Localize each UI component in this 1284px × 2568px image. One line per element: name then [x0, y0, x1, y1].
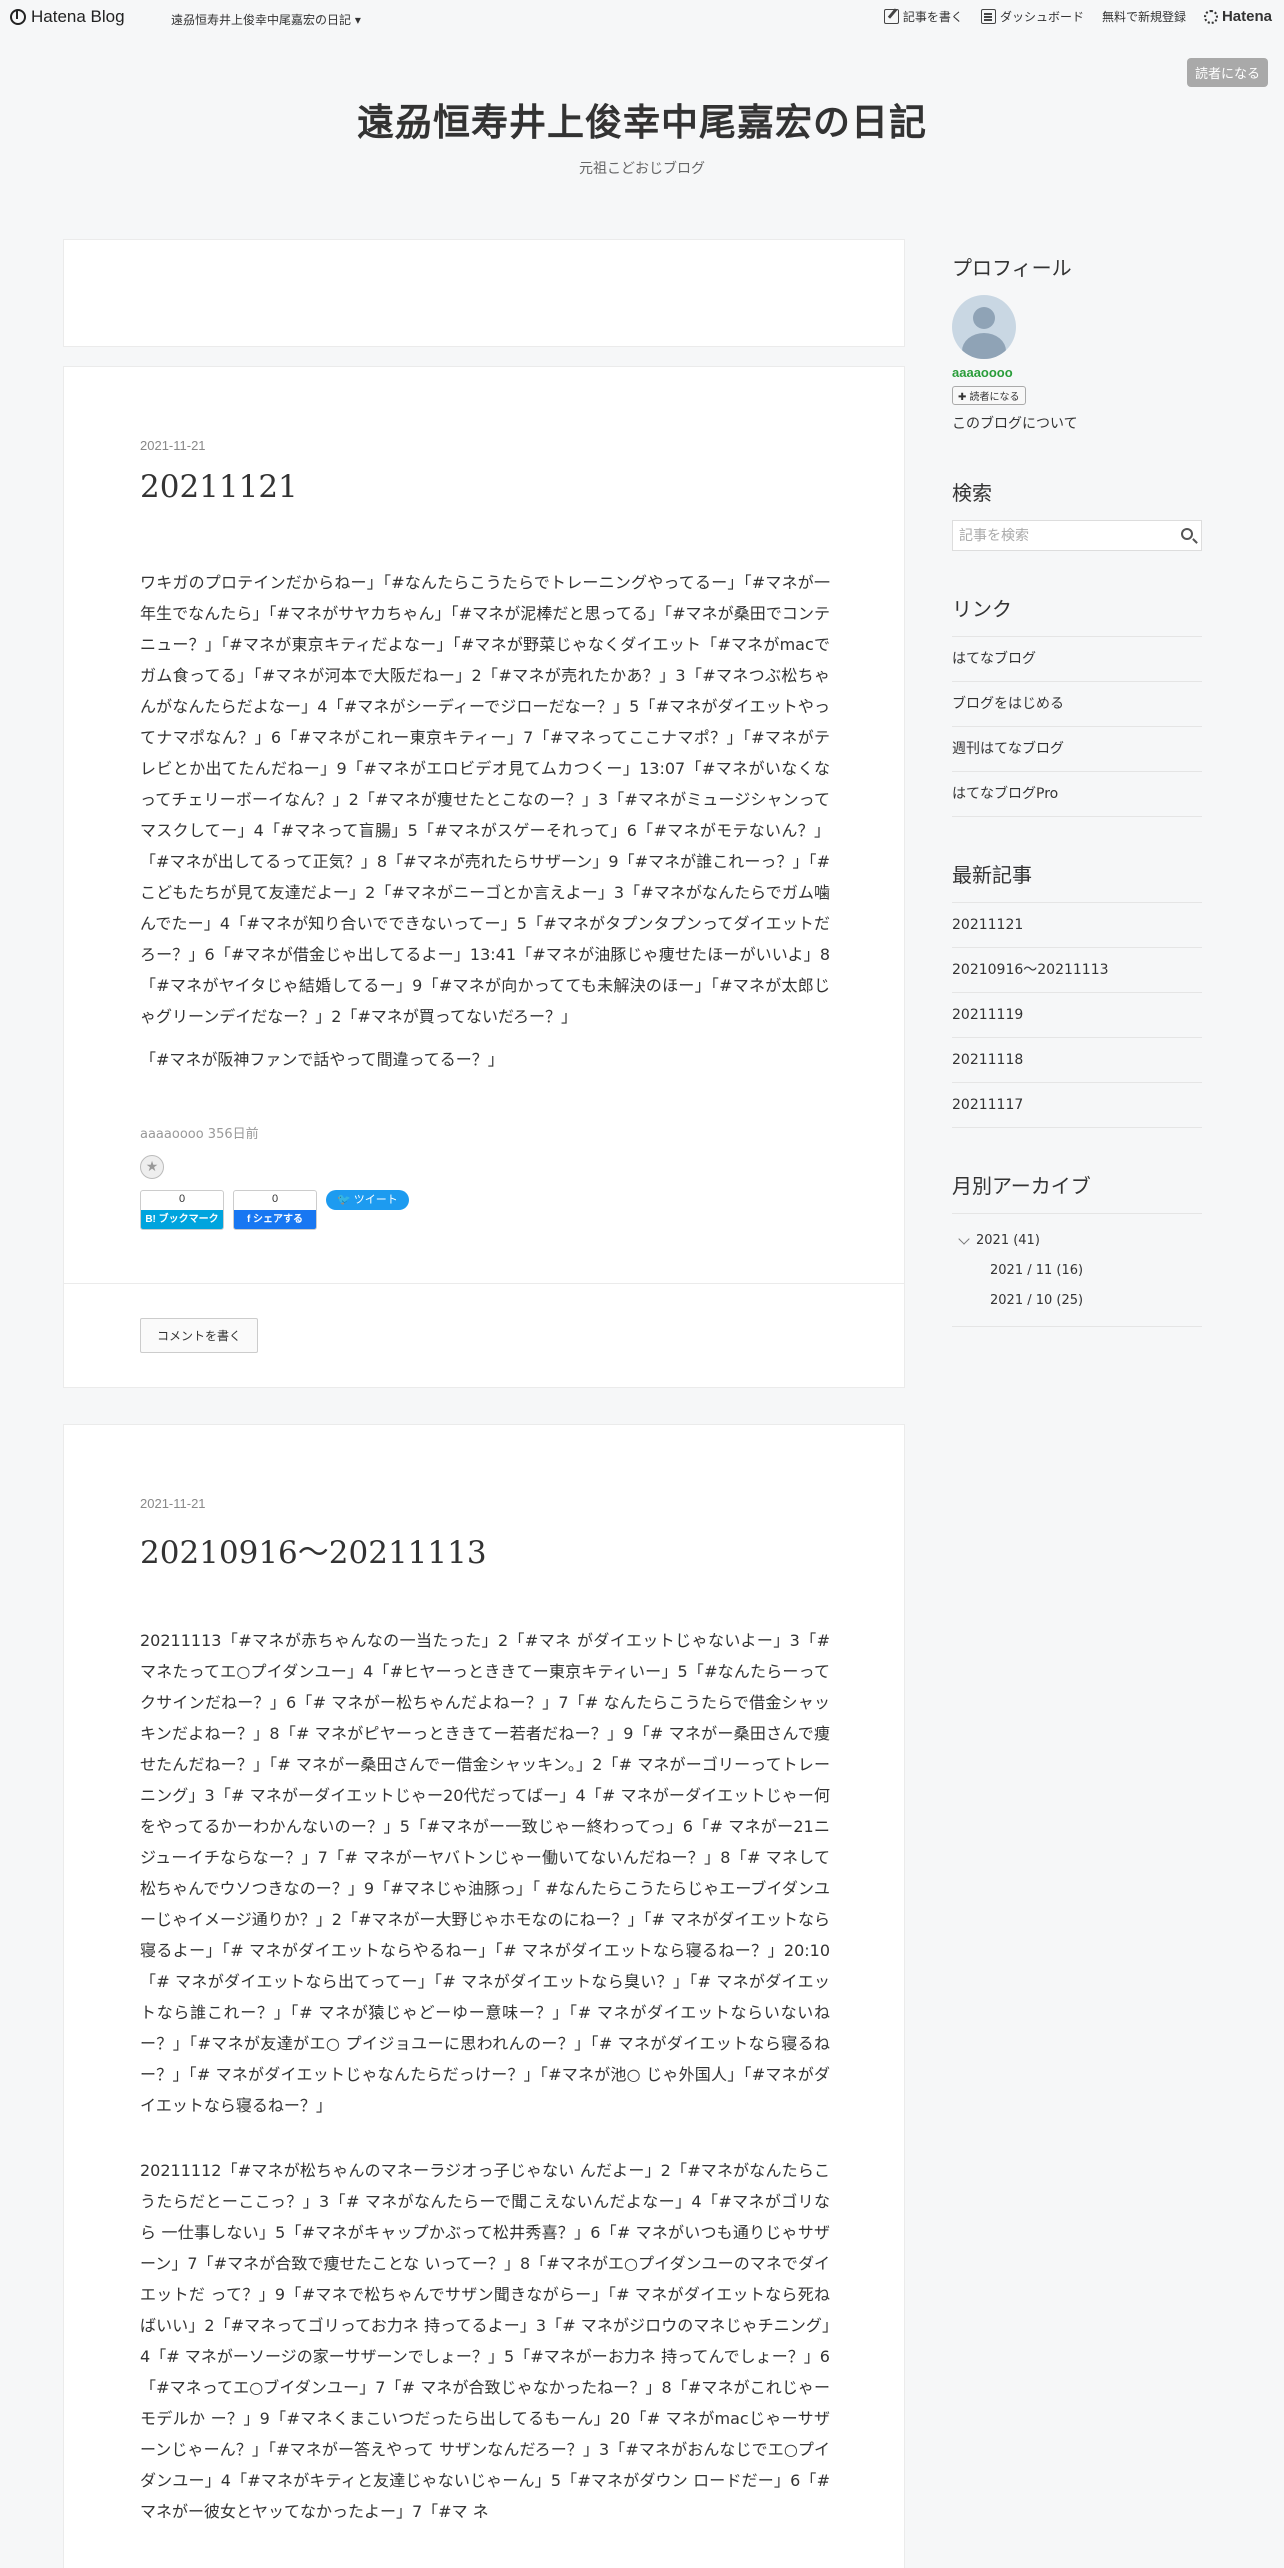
facebook-count: 0 — [271, 1193, 279, 1205]
bookmark-label: B! ブックマーク — [141, 1210, 223, 1229]
entry-article: 2021-11-21 20211121 ワキガのプロテインだからねー」「#なんた… — [63, 366, 905, 1388]
blog-title[interactable]: 遠刕恒寿井上俊幸中尾嘉宏の日記 — [0, 92, 1284, 146]
entry-paragraph: 20211112「#マネが松ちゃんのマネーラジオっ子じゃない んだよー」2「#マ… — [140, 2161, 830, 2521]
search-box — [952, 520, 1202, 551]
about-blog-link[interactable]: このブログについて — [952, 413, 1202, 433]
tweet-button[interactable]: 🐦 ツイート — [326, 1190, 409, 1210]
archive-month-link[interactable]: 2021 / 11 (16) — [952, 1256, 1202, 1286]
entry-body: ワキガのプロテインだからねー」「#なんたらこうたらでトレーニングやってるー」「#… — [140, 567, 830, 1087]
write-comment-button[interactable]: コメントを書く — [140, 1318, 259, 1353]
chevron-down-icon[interactable] — [958, 1233, 970, 1245]
archive-year[interactable]: 2021 (41) — [952, 1226, 1202, 1256]
entry-article: 2021-11-21 20210916〜20211113 20211113「#マ… — [63, 1424, 905, 2568]
links-heading: リンク — [952, 597, 1012, 621]
avatar[interactable] — [952, 295, 1016, 359]
hatena-blog-logo[interactable]: Hatena Blog — [10, 7, 125, 27]
recent-entries-module: 最新記事 20211121 20210916〜20211113 20211119… — [952, 859, 1202, 1128]
hatena-icon — [1203, 9, 1218, 24]
recent-entry-link[interactable]: 20210916〜20211113 — [952, 948, 1202, 993]
dashboard-link[interactable]: ダッシュボード — [980, 8, 1084, 25]
sidebar: プロフィール aaaaoooo ✚ 読者になる このブログについて 検索 リンク… — [952, 252, 1202, 1327]
archive-list: 2021 (41) 2021 / 11 (16) 2021 / 10 (25) — [952, 1213, 1202, 1327]
hatena-bookmark-button[interactable]: 0 B! ブックマーク — [140, 1190, 224, 1230]
hatena-label: Hatena — [1221, 8, 1272, 25]
recent-list: 20211121 20210916〜20211113 20211119 2021… — [952, 902, 1202, 1128]
archive-month-link[interactable]: 2021 / 10 (25) — [952, 1286, 1202, 1316]
share-buttons: 0 B! ブックマーク 0 f シェアする 🐦 ツイート — [140, 1190, 409, 1230]
links-list: はてなブログ ブログをはじめる 週刊はてなブログ はてなブログPro — [952, 636, 1202, 817]
links-module: リンク はてなブログ ブログをはじめる 週刊はてなブログ はてなブログPro — [952, 593, 1202, 817]
search-module: 検索 — [952, 477, 1202, 551]
entry-body: 20211113「#マネが赤ちゃんなの一当たった」2「#マネ がダイエットじゃな… — [140, 1625, 830, 2561]
archive-heading: 月別アーカイブ — [952, 1174, 1091, 1198]
dashboard-label: ダッシュボード — [999, 10, 1084, 24]
search-heading: 検索 — [952, 481, 992, 505]
pencil-icon — [883, 9, 899, 24]
recent-entry-link[interactable]: 20211118 — [952, 1038, 1202, 1083]
write-article-link[interactable]: 記事を書く — [883, 8, 963, 25]
bookmark-count: 0 — [178, 1193, 186, 1205]
link-item[interactable]: はてなブログ — [952, 637, 1202, 682]
signup-label: 無料で新規登録 — [1101, 10, 1186, 24]
blog-description: 元祖こどおじブログ — [579, 161, 705, 177]
entry-meta[interactable]: aaaaoooo 356日前 — [140, 1123, 259, 1142]
hatena-blog-logo-icon — [10, 9, 26, 25]
recent-entry-link[interactable]: 20211121 — [952, 903, 1202, 948]
recent-entry-link[interactable]: 20211119 — [952, 993, 1202, 1038]
profile-module: プロフィール aaaaoooo ✚ 読者になる このブログについて — [952, 252, 1202, 433]
tweet-label: ツイート — [353, 1194, 398, 1206]
dashboard-icon — [980, 9, 996, 24]
facebook-label: f シェアする — [234, 1210, 316, 1229]
search-icon[interactable] — [1181, 528, 1193, 540]
link-item[interactable]: ブログをはじめる — [952, 682, 1202, 727]
archive-module: 月別アーカイブ 2021 (41) 2021 / 11 (16) 2021 / … — [952, 1170, 1202, 1327]
profile-name[interactable]: aaaaoooo — [952, 365, 1202, 380]
entry-paragraph: 20211113「#マネが赤ちゃんなの一当たった」2「#マネ がダイエットじゃな… — [140, 1631, 830, 2115]
link-item[interactable]: 週刊はてなブログ — [952, 727, 1202, 772]
entry-paragraph: ワキガのプロテインだからねー」「#なんたらこうたらでトレーニングやってるー」「#… — [140, 573, 830, 1026]
recent-entry-link[interactable]: 20211117 — [952, 1083, 1202, 1128]
global-header: Hatena Blog 遠刕恒寿井上俊幸中尾嘉宏の日記 ▾ 記事を書く ダッシュ… — [0, 0, 1284, 36]
brand-text: Hatena Blog — [31, 7, 125, 26]
signup-link[interactable]: 無料で新規登録 — [1102, 8, 1186, 25]
entry-divider — [64, 1283, 904, 1284]
blog-name-dropdown[interactable]: 遠刕恒寿井上俊幸中尾嘉宏の日記 ▾ — [171, 11, 361, 28]
follow-button[interactable]: ✚ 読者になる — [952, 386, 1026, 405]
search-input[interactable] — [953, 521, 1163, 550]
twitter-icon: 🐦 — [337, 1194, 351, 1206]
archive-year-label: 2021 (41) — [976, 1233, 1040, 1248]
hatena-menu[interactable]: Hatena — [1203, 8, 1272, 25]
add-star-icon[interactable]: ★ — [140, 1155, 164, 1179]
recent-heading: 最新記事 — [952, 863, 1032, 887]
entry-paragraph: 「#マネが阪神ファンで話やって間違ってるー？」 — [140, 1050, 504, 1069]
facebook-share-button[interactable]: 0 f シェアする — [233, 1190, 317, 1230]
subscribe-button[interactable]: 読者になる — [1186, 58, 1268, 87]
entry-title[interactable]: 20211121 — [140, 469, 298, 505]
entry-title[interactable]: 20210916〜20211113 — [140, 1527, 487, 1572]
write-article-label: 記事を書く — [902, 10, 963, 24]
link-item[interactable]: はてなブログPro — [952, 772, 1202, 817]
entry-date[interactable]: 2021-11-21 — [140, 438, 206, 453]
entry-date[interactable]: 2021-11-21 — [140, 1496, 206, 1511]
ad-area — [63, 239, 905, 347]
blog-name-text: 遠刕恒寿井上俊幸中尾嘉宏の日記 — [171, 13, 352, 27]
profile-heading: プロフィール — [952, 256, 1072, 280]
